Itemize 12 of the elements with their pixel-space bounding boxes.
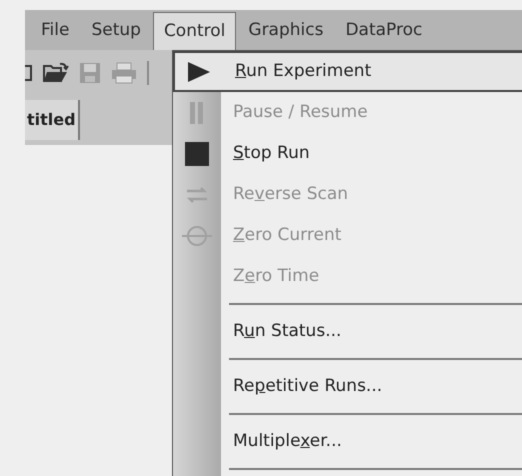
menu-bar-item[interactable]: Control: [152, 12, 236, 50]
menu-bar-item[interactable]: File: [31, 12, 80, 50]
menu-bar-item[interactable]: Graphics: [238, 12, 334, 50]
folder-icon[interactable]: [43, 62, 69, 84]
menu-bar-item[interactable]: Setup: [81, 12, 151, 50]
menu-item[interactable]: Run Status...: [173, 311, 522, 352]
menu-item[interactable]: Stop Run: [173, 133, 522, 174]
menu-item[interactable]: Run Experiment: [173, 51, 522, 92]
menu-item[interactable]: Repetitive Runs...: [173, 366, 522, 407]
menu-bar-item[interactable]: DataProc: [335, 12, 432, 50]
document-tab[interactable]: titled: [25, 100, 80, 140]
menu-item[interactable]: Multiplexer...: [173, 421, 522, 462]
